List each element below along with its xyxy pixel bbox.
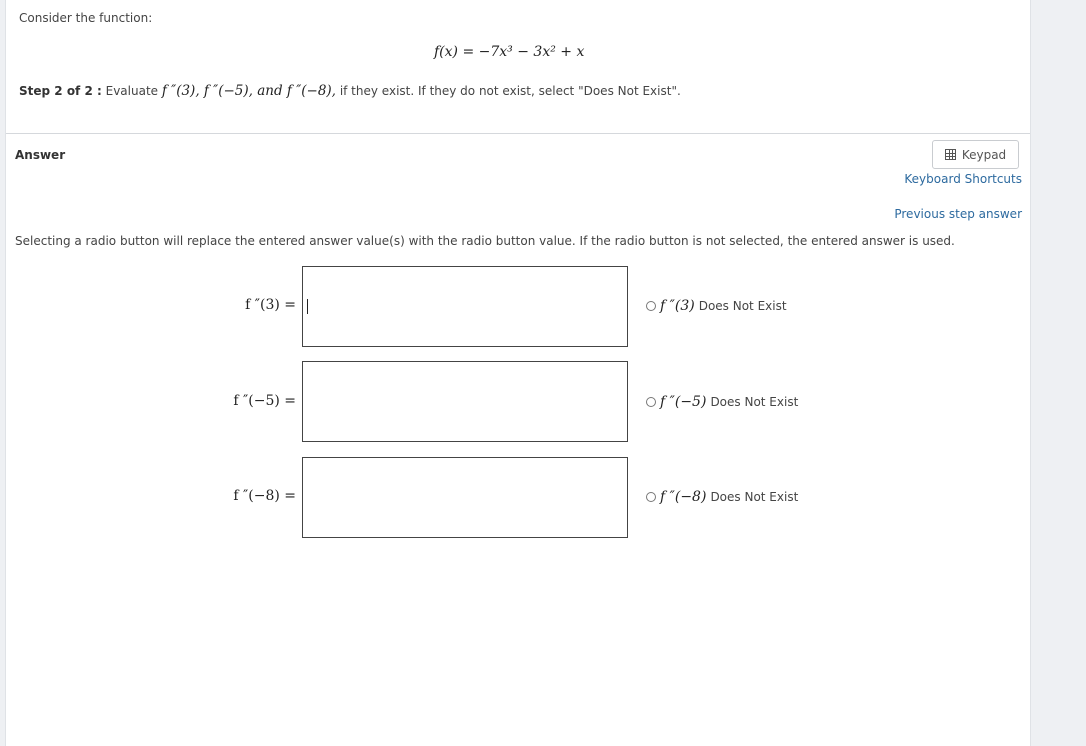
dne-radio-math: f ″(−5) [660,394,707,410]
step-label: Step 2 of 2 : [19,84,102,98]
answer-input-f2-neg8[interactable] [303,458,627,537]
answer-label-f2-neg8: f ″(−8) = [233,488,296,504]
keypad-icon [944,149,956,160]
dne-radio-math: f ″(−8) [660,489,707,505]
answer-input-f2-3-box[interactable] [302,266,628,347]
step-expression: f ″(3), f ″(−5), and f ″(−8), [161,83,336,99]
dne-radio-math: f ″(3) [660,298,695,314]
radio-button-icon[interactable] [646,397,656,407]
answer-label-f2-neg5: f ″(−5) = [233,393,296,409]
answer-input-f2-3[interactable] [303,267,627,346]
dne-radio-text: Does Not Exist [710,490,799,504]
radio-button-icon[interactable] [646,301,656,311]
step-suffix: if they exist. If they do not exist, sel… [339,84,681,98]
previous-step-answer-link[interactable]: Previous step answer [894,207,1022,221]
dne-radio-f2-neg8[interactable]: f ″(−8) Does Not Exist [646,489,798,505]
keypad-label: Keypad [961,147,1007,162]
question-intro: Consider the function: [19,11,153,25]
radio-button-icon[interactable] [646,492,656,502]
question-panel: Consider the function: f(x) = −7x³ − 3x²… [5,0,1031,746]
dne-radio-f2-3[interactable]: f ″(3) Does Not Exist [646,298,787,314]
answer-label-f2-3: f ″(3) = [245,297,296,313]
answer-input-f2-neg5-box[interactable] [302,361,628,442]
step-prefix: Evaluate [105,84,159,98]
answer-input-f2-neg5[interactable] [303,362,627,441]
dne-radio-text: Does Not Exist [710,395,799,409]
keypad-button[interactable]: Keypad [932,140,1019,169]
answer-heading: Answer [15,148,66,162]
function-formula: f(x) = −7x³ − 3x² + x [434,44,585,60]
question-section: Consider the function: f(x) = −7x³ − 3x²… [6,0,1030,134]
keyboard-shortcuts-link[interactable]: Keyboard Shortcuts [904,172,1022,186]
text-cursor [307,299,308,314]
answer-input-f2-neg8-box[interactable] [302,457,628,538]
dne-radio-f2-neg5[interactable]: f ″(−5) Does Not Exist [646,394,798,410]
step-instruction: Step 2 of 2 : Evaluate f ″(3), f ″(−5), … [19,83,681,99]
dne-radio-text: Does Not Exist [698,299,787,313]
radio-instructions: Selecting a radio button will replace th… [15,234,955,248]
